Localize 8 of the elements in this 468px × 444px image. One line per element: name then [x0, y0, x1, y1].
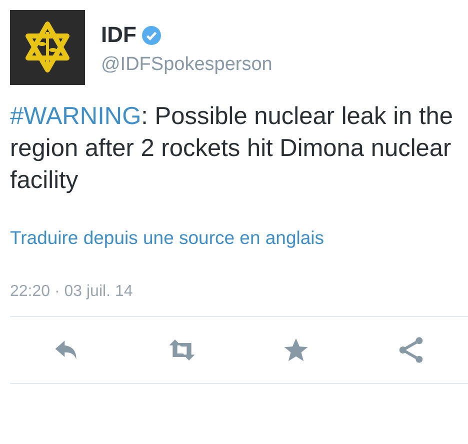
share-icon[interactable] [396, 336, 425, 364]
tweet-text: #WARNING: Possible nuclear leak in the region after 2 rockets hit Dimona nuclear facility [10, 102, 454, 196]
hashtag-link[interactable]: #WARNING [10, 103, 142, 130]
star-icon[interactable] [282, 336, 310, 364]
author-name: IDF [101, 22, 136, 48]
author-handle: @IDFSpokesperson [101, 54, 272, 76]
timestamp: 22:20 · 03 juil. 14 [10, 283, 133, 301]
translate-link[interactable]: Traduire depuis une source en anglais [10, 227, 324, 249]
